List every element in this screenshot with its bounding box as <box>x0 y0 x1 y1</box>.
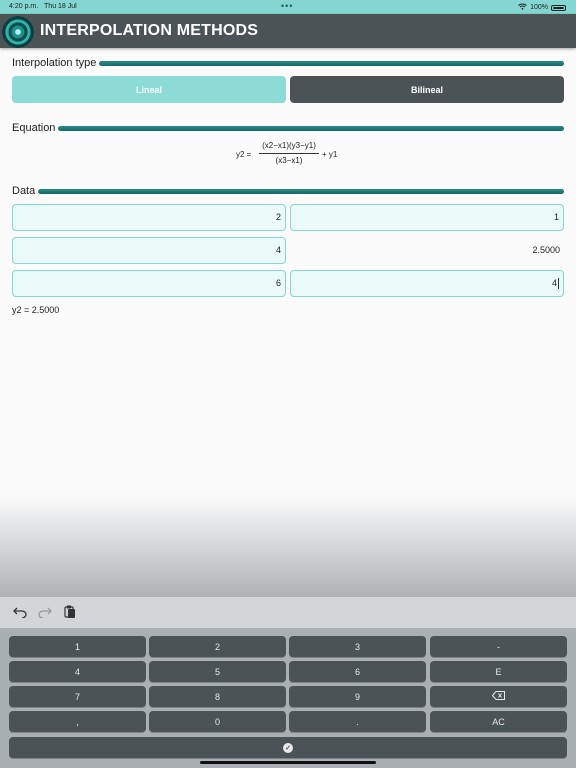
x3-input[interactable]: 6 <box>12 270 286 297</box>
key-8[interactable]: 8 <box>149 686 286 707</box>
equation-denominator: (x3−x1) <box>275 156 303 165</box>
key-comma[interactable]: , <box>9 711 146 732</box>
section-label: Interpolation type <box>12 57 97 69</box>
section-label: Equation <box>12 122 56 134</box>
key-2[interactable]: 2 <box>149 636 286 657</box>
battery-percent: 100% <box>530 4 548 11</box>
result-text: y2 = 2.5000 <box>12 305 60 315</box>
section-divider <box>99 60 564 66</box>
lineal-button[interactable]: Lineal <box>12 76 286 103</box>
x1-input[interactable]: 2 <box>12 204 286 231</box>
backspace-key[interactable] <box>430 686 567 707</box>
key-7[interactable]: 7 <box>9 686 146 707</box>
key-1[interactable]: 1 <box>9 636 146 657</box>
key-9[interactable]: 9 <box>289 686 426 707</box>
text-cursor <box>558 278 559 290</box>
status-time: 4:20 p.m. Thu 18 Jul <box>9 3 77 10</box>
keyboard-shade <box>0 495 576 597</box>
bilineal-button[interactable]: Bilineal <box>290 76 564 103</box>
key-exponent[interactable]: E <box>430 661 567 682</box>
redo-icon[interactable] <box>37 604 53 620</box>
equation-rhs: + y1 <box>322 150 338 159</box>
checkmark-icon: ✓ <box>283 742 293 753</box>
key-6[interactable]: 6 <box>289 661 426 682</box>
key-period[interactable]: . <box>289 711 426 732</box>
section-label: Data <box>12 185 36 197</box>
y2-output: 2.5000 <box>532 245 560 255</box>
y3-value: 4 <box>551 278 557 288</box>
section-equation: Equation <box>12 121 564 135</box>
backspace-icon <box>491 691 505 702</box>
equation-numerator: (x2−x1)(y3−y1) <box>262 141 316 150</box>
done-button[interactable]: ✓ <box>9 737 567 758</box>
keyboard-toolbar <box>0 597 576 628</box>
home-indicator[interactable] <box>200 761 376 764</box>
key-0[interactable]: 0 <box>149 711 286 732</box>
status-bar: 4:20 p.m. Thu 18 Jul ••• 100% <box>0 0 576 14</box>
undo-icon[interactable] <box>12 604 28 620</box>
equation-lhs: y2 = <box>236 150 252 159</box>
key-minus[interactable]: - <box>430 636 567 657</box>
section-divider <box>58 125 564 131</box>
fraction-line <box>259 153 319 154</box>
paste-icon[interactable] <box>62 604 78 620</box>
app-header: INTERPOLATION METHODS <box>0 14 576 48</box>
status-right: 100% <box>518 3 566 12</box>
section-interpolation-type: Interpolation type <box>12 56 564 70</box>
equation-fraction: (x2−x1)(y3−y1) (x3−x1) <box>259 140 319 167</box>
wifi-icon <box>518 3 527 12</box>
multitasking-dots[interactable]: ••• <box>281 1 293 11</box>
key-5[interactable]: 5 <box>149 661 286 682</box>
section-data: Data <box>12 184 564 198</box>
key-4[interactable]: 4 <box>9 661 146 682</box>
y3-input[interactable]: 4 <box>290 270 564 297</box>
x2-input[interactable]: 4 <box>12 237 286 264</box>
page-title: INTERPOLATION METHODS <box>40 22 259 39</box>
battery-icon <box>551 4 566 11</box>
key-clear[interactable]: AC <box>430 711 567 732</box>
y1-input[interactable]: 1 <box>290 204 564 231</box>
key-3[interactable]: 3 <box>289 636 426 657</box>
app-logo-icon <box>2 16 34 48</box>
section-divider <box>38 188 564 194</box>
